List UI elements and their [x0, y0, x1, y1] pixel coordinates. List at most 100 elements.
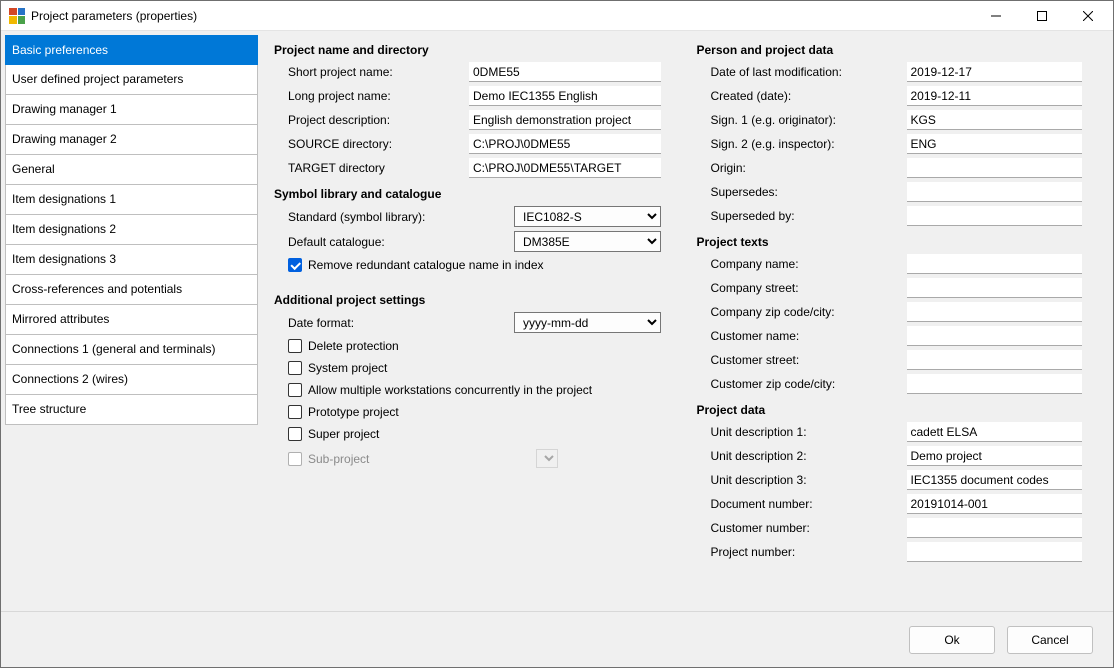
project-number-input[interactable] — [907, 542, 1082, 562]
delete-protection-label: Delete protection — [308, 339, 399, 353]
system-project-label: System project — [308, 361, 387, 375]
sidebar: Basic preferencesUser defined project pa… — [5, 35, 258, 611]
left-column: Project name and directory Short project… — [270, 37, 681, 605]
customer-street-input[interactable] — [907, 350, 1082, 370]
system-project-checkbox[interactable] — [288, 361, 302, 375]
sidebar-item-mirrored-attributes[interactable]: Mirrored attributes — [5, 305, 258, 335]
date-format-label: Date format: — [288, 316, 508, 330]
origin-label: Origin: — [711, 161, 901, 175]
right-column: Person and project data Date of last mod… — [693, 37, 1104, 605]
superseded-by-input[interactable] — [907, 206, 1082, 226]
customer-street-label: Customer street: — [711, 353, 901, 367]
sidebar-item-drawing-manager-1[interactable]: Drawing manager 1 — [5, 95, 258, 125]
target-directory-label: TARGET directory — [288, 161, 463, 175]
window-frame: Project parameters (properties) Basic pr… — [0, 0, 1114, 668]
company-name-input[interactable] — [907, 254, 1082, 274]
sign2-input[interactable] — [907, 134, 1082, 154]
window-title: Project parameters (properties) — [31, 9, 973, 23]
project-number-label: Project number: — [711, 545, 901, 559]
unit2-input[interactable] — [907, 446, 1082, 466]
target-directory-input[interactable] — [469, 158, 661, 178]
super-project-label: Super project — [308, 427, 379, 441]
project-description-label: Project description: — [288, 113, 463, 127]
supersedes-label: Supersedes: — [711, 185, 901, 199]
created-date-input[interactable] — [907, 86, 1082, 106]
document-number-input[interactable] — [907, 494, 1082, 514]
company-street-input[interactable] — [907, 278, 1082, 298]
titlebar: Project parameters (properties) — [1, 1, 1113, 31]
customer-number-input[interactable] — [907, 518, 1082, 538]
multi-workstation-checkbox[interactable] — [288, 383, 302, 397]
remove-redundant-label: Remove redundant catalogue name in index — [308, 258, 544, 272]
section-texts-title: Project texts — [693, 229, 1104, 251]
sidebar-item-item-designations-1[interactable]: Item designations 1 — [5, 185, 258, 215]
company-street-label: Company street: — [711, 281, 901, 295]
sub-project-checkbox — [288, 452, 302, 466]
footer: Ok Cancel — [1, 611, 1113, 667]
sidebar-item-item-designations-2[interactable]: Item designations 2 — [5, 215, 258, 245]
sidebar-item-connections-1-general-and-terminals[interactable]: Connections 1 (general and terminals) — [5, 335, 258, 365]
customer-zip-input[interactable] — [907, 374, 1082, 394]
default-catalogue-select[interactable]: DM385E — [514, 231, 661, 252]
sub-project-label: Sub-project — [308, 452, 530, 466]
customer-zip-label: Customer zip code/city: — [711, 377, 901, 391]
content-area: Project name and directory Short project… — [268, 35, 1109, 611]
last-modification-input[interactable] — [907, 62, 1082, 82]
remove-redundant-checkbox[interactable] — [288, 258, 302, 272]
last-modification-label: Date of last modification: — [711, 65, 901, 79]
sign1-label: Sign. 1 (e.g. originator): — [711, 113, 901, 127]
company-name-label: Company name: — [711, 257, 901, 271]
customer-name-input[interactable] — [907, 326, 1082, 346]
section-person-title: Person and project data — [693, 37, 1104, 59]
maximize-button[interactable] — [1019, 1, 1065, 31]
minimize-button[interactable] — [973, 1, 1019, 31]
short-project-name-input[interactable] — [469, 62, 661, 82]
sidebar-item-tree-structure[interactable]: Tree structure — [5, 395, 258, 425]
origin-input[interactable] — [907, 158, 1082, 178]
delete-protection-checkbox[interactable] — [288, 339, 302, 353]
project-description-input[interactable] — [469, 110, 661, 130]
unit3-label: Unit description 3: — [711, 473, 901, 487]
unit2-label: Unit description 2: — [711, 449, 901, 463]
prototype-project-checkbox[interactable] — [288, 405, 302, 419]
long-project-name-label: Long project name: — [288, 89, 463, 103]
multi-workstation-label: Allow multiple workstations concurrently… — [308, 383, 592, 397]
customer-name-label: Customer name: — [711, 329, 901, 343]
sidebar-item-connections-2-wires[interactable]: Connections 2 (wires) — [5, 365, 258, 395]
sidebar-item-user-defined-project-parameters[interactable]: User defined project parameters — [5, 65, 258, 95]
standard-library-label: Standard (symbol library): — [288, 210, 508, 224]
superseded-by-label: Superseded by: — [711, 209, 901, 223]
cancel-button[interactable]: Cancel — [1007, 626, 1093, 654]
close-button[interactable] — [1065, 1, 1111, 31]
date-format-select[interactable]: yyyy-mm-dd — [514, 312, 661, 333]
ok-button[interactable]: Ok — [909, 626, 995, 654]
created-date-label: Created (date): — [711, 89, 901, 103]
long-project-name-input[interactable] — [469, 86, 661, 106]
section-additional-title: Additional project settings — [270, 287, 681, 309]
customer-number-label: Customer number: — [711, 521, 901, 535]
unit1-label: Unit description 1: — [711, 425, 901, 439]
sidebar-item-general[interactable]: General — [5, 155, 258, 185]
section-project-data-title: Project data — [693, 397, 1104, 419]
sign2-label: Sign. 2 (e.g. inspector): — [711, 137, 901, 151]
unit3-input[interactable] — [907, 470, 1082, 490]
section-project-name-title: Project name and directory — [270, 37, 681, 59]
super-project-checkbox[interactable] — [288, 427, 302, 441]
standard-library-select[interactable]: IEC1082-S — [514, 206, 661, 227]
sidebar-item-item-designations-3[interactable]: Item designations 3 — [5, 245, 258, 275]
document-number-label: Document number: — [711, 497, 901, 511]
sidebar-item-cross-references-and-potentials[interactable]: Cross-references and potentials — [5, 275, 258, 305]
company-zip-input[interactable] — [907, 302, 1082, 322]
unit1-input[interactable] — [907, 422, 1082, 442]
source-directory-label: SOURCE directory: — [288, 137, 463, 151]
company-zip-label: Company zip code/city: — [711, 305, 901, 319]
section-symbol-title: Symbol library and catalogue — [270, 181, 681, 203]
supersedes-input[interactable] — [907, 182, 1082, 202]
sub-project-select — [536, 449, 558, 468]
sign1-input[interactable] — [907, 110, 1082, 130]
sidebar-item-drawing-manager-2[interactable]: Drawing manager 2 — [5, 125, 258, 155]
app-icon — [9, 8, 25, 24]
sidebar-item-basic-preferences[interactable]: Basic preferences — [5, 35, 258, 65]
default-catalogue-label: Default catalogue: — [288, 235, 508, 249]
source-directory-input[interactable] — [469, 134, 661, 154]
